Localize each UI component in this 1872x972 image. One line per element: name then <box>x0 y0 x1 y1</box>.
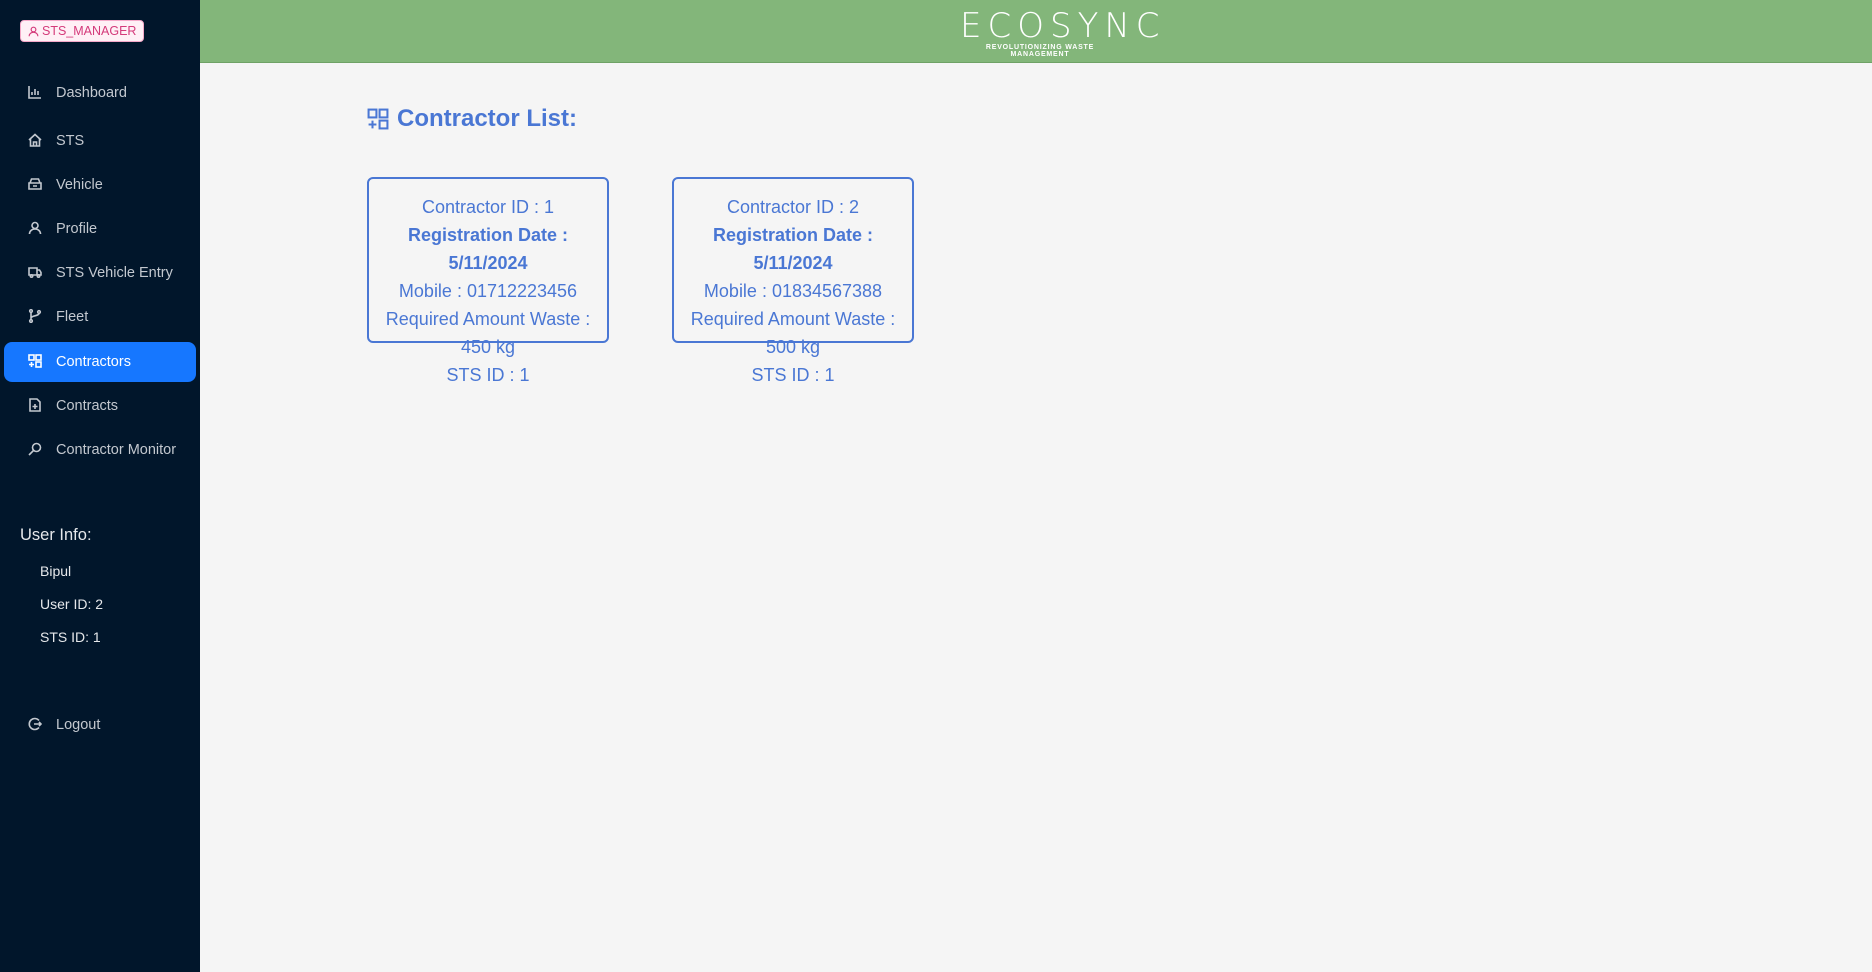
ecosync-logo[interactable]: ECOSYNC REVOLUTIONIZING WASTE MANAGEMENT <box>960 6 1166 58</box>
user-id: User ID: 2 <box>40 596 104 612</box>
registration-date: Registration Date : 5/11/2024 <box>407 225 569 273</box>
logout-icon <box>28 717 44 733</box>
required-waste: Required Amount Waste : 450 kg <box>385 309 591 357</box>
sidebar-item-dashboard[interactable]: Dashboard <box>4 73 196 113</box>
sidebar-item-sts[interactable]: STS <box>4 121 196 161</box>
sidebar-item-label: Contracts <box>56 398 119 414</box>
header: ECOSYNC REVOLUTIONIZING WASTE MANAGEMENT <box>200 0 1872 63</box>
page-title-text: Contractor List: <box>397 105 577 132</box>
branch-icon <box>28 309 44 325</box>
sidebar-item-sts-vehicle-entry[interactable]: STS Vehicle Entry <box>4 253 196 293</box>
user-name: Bipul <box>40 563 72 579</box>
sidebar-item-contractor-monitor[interactable]: Contractor Monitor <box>4 430 196 470</box>
user-icon <box>28 26 39 36</box>
car-icon <box>28 177 44 193</box>
sidebar-item-contractors[interactable]: Contractors <box>4 342 196 382</box>
contractor-card[interactable]: Contractor ID : 2 Registration Date : 5/… <box>672 177 914 385</box>
sts-id: STS ID : 1 <box>446 365 530 385</box>
sidebar-item-label: Contractors <box>56 354 131 370</box>
page-title: Contractor List: <box>367 105 577 133</box>
registration-date: Registration Date : 5/11/2024 <box>712 225 874 273</box>
logo-tagline: REVOLUTIONIZING WASTE MANAGEMENT <box>985 44 1095 58</box>
truck-icon <box>28 265 44 281</box>
bar-chart-icon <box>28 85 44 101</box>
appstore-add-icon <box>28 354 44 370</box>
sidebar-item-vehicle[interactable]: Vehicle <box>4 165 196 205</box>
required-waste: Required Amount Waste : 500 kg <box>690 309 896 357</box>
sidebar-item-contracts[interactable]: Contracts <box>4 386 196 426</box>
contractor-card[interactable]: Contractor ID : 1 Registration Date : 5/… <box>367 177 609 385</box>
sidebar-item-label: Contractor Monitor <box>56 442 177 458</box>
monitor-search-icon <box>28 442 44 458</box>
contractor-id: Contractor ID : 1 <box>421 197 555 217</box>
sidebar-item-label: STS <box>56 133 85 149</box>
sidebar-item-profile[interactable]: Profile <box>4 209 196 249</box>
appstore-add-icon <box>367 108 389 130</box>
sidebar-item-label: STS Vehicle Entry <box>56 265 173 281</box>
logo-name: ECOSYNC <box>960 6 1166 46</box>
mobile: Mobile : 01712223456 <box>398 281 578 301</box>
logout-button[interactable]: Logout <box>4 705 196 745</box>
user-info-title: User Info: <box>20 526 92 544</box>
role-label: STS_MANAGER <box>42 24 137 38</box>
sidebar-item-label: Dashboard <box>56 85 127 101</box>
user-icon <box>28 221 44 237</box>
user-sts-id: STS ID: 1 <box>40 629 101 645</box>
sidebar: STS_MANAGER Dashboard STS Vehicle Profil… <box>0 0 200 972</box>
sidebar-item-fleet[interactable]: Fleet <box>4 297 196 337</box>
sidebar-item-label: Profile <box>56 221 98 237</box>
contractor-id: Contractor ID : 2 <box>726 197 860 217</box>
home-icon <box>28 133 44 149</box>
sidebar-item-label: Vehicle <box>56 177 103 193</box>
role-badge: STS_MANAGER <box>20 20 145 42</box>
sts-id: STS ID : 1 <box>751 365 835 385</box>
sidebar-item-label: Fleet <box>56 309 89 325</box>
file-add-icon <box>28 398 44 414</box>
logout-label: Logout <box>56 717 101 733</box>
mobile: Mobile : 01834567388 <box>703 281 883 301</box>
